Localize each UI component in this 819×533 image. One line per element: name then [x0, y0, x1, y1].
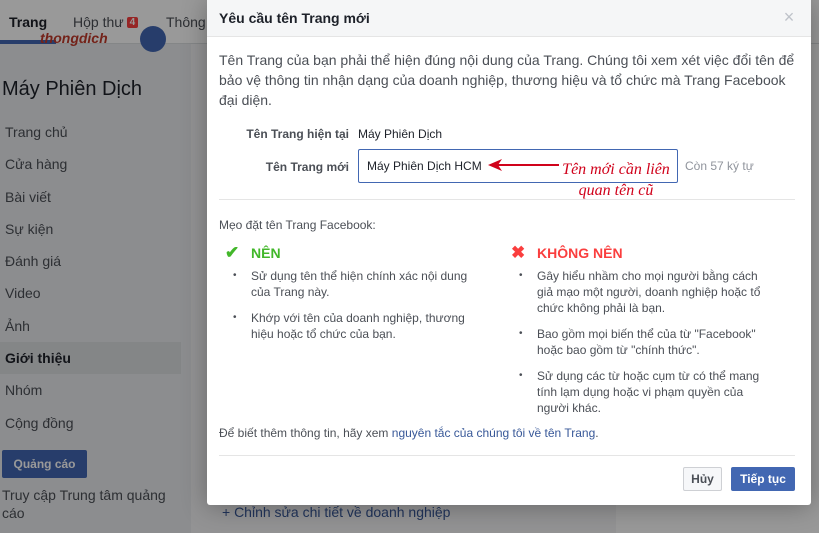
divider-bottom — [219, 455, 795, 456]
dont-tip-item: Bao gồm mọi biến thể của từ "Facebook" h… — [513, 326, 775, 358]
cross-icon: ✖ — [511, 243, 526, 262]
dialog-title: Yêu cầu tên Trang mới — [219, 10, 370, 26]
dont-tip-item: Sử dụng các từ hoặc cụm từ có thể mang t… — [513, 368, 775, 416]
cancel-button[interactable]: Hủy — [683, 467, 722, 491]
new-name-label: Tên Trang mới — [265, 160, 349, 174]
dialog-intro-text: Tên Trang của bạn phải thể hiện đúng nội… — [219, 52, 795, 108]
continue-button[interactable]: Tiếp tục — [731, 467, 795, 491]
dialog-header: Yêu cầu tên Trang mới × — [207, 0, 811, 37]
annotation-arrow-icon — [488, 159, 559, 171]
more-info-suffix: . — [595, 426, 599, 440]
tips-label: Mẹo đặt tên Trang Facebook: — [219, 218, 376, 232]
more-info-text: Để biết thêm thông tin, hãy xem nguyên t… — [219, 426, 599, 440]
close-icon[interactable]: × — [781, 8, 797, 26]
rename-page-dialog: Yêu cầu tên Trang mới × Tên Trang của bạ… — [207, 0, 811, 505]
do-heading: ✔ NÊN — [225, 243, 281, 263]
dont-tips-list: Gây hiểu nhầm cho mọi người bằng cách gi… — [513, 268, 775, 426]
divider-top — [219, 199, 795, 200]
do-heading-text: NÊN — [251, 245, 281, 261]
page-name-guidelines-link[interactable]: nguyên tắc của chúng tôi về tên Trang — [392, 426, 595, 440]
current-name-value: Máy Phiên Dịch — [358, 127, 443, 141]
red-annotation-note: Tên mới cần liên quan tên cũ — [562, 161, 670, 199]
do-tip-item: Sử dụng tên thể hiện chính xác nội dung … — [227, 268, 479, 300]
dont-heading-text: KHÔNG NÊN — [537, 245, 623, 261]
more-info-prefix: Để biết thêm thông tin, hãy xem — [219, 426, 392, 440]
checkmark-icon: ✔ — [225, 243, 240, 262]
remaining-char-count: Còn 57 ký tự — [685, 159, 754, 173]
dont-heading: ✖ KHÔNG NÊN — [511, 243, 623, 263]
do-tips-list: Sử dụng tên thể hiện chính xác nội dung … — [227, 268, 479, 352]
dont-tip-item: Gây hiểu nhầm cho mọi người bằng cách gi… — [513, 268, 775, 316]
current-name-label: Tên Trang hiện tại — [246, 127, 349, 141]
do-tip-item: Khớp với tên của doanh nghiệp, thương hi… — [227, 310, 479, 342]
